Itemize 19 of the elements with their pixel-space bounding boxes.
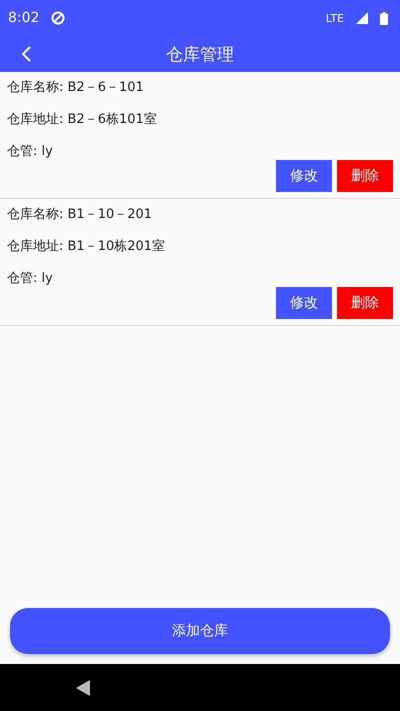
warehouse-address: 仓库地址: B2－6栋101室 (7, 111, 158, 129)
battery-icon (380, 12, 388, 24)
back-icon (20, 45, 32, 63)
warehouse-address: 仓库地址: B1－10栋201室 (7, 238, 166, 256)
warehouse-keeper: 仓管: ly (7, 143, 54, 161)
signal-icon (356, 12, 368, 24)
page-title: 仓库管理 (166, 44, 234, 66)
delete-button[interactable]: 删除 (337, 160, 393, 192)
delete-button[interactable]: 删除 (337, 287, 393, 319)
status-time: 8:02 (8, 10, 40, 26)
warehouse-keeper: 仓管: ly (7, 270, 54, 288)
network-label: LTE (326, 12, 344, 24)
add-warehouse-button[interactable]: 添加仓库 (10, 608, 390, 654)
edit-button[interactable]: 修改 (276, 160, 332, 192)
back-nav-icon[interactable] (76, 680, 90, 696)
warehouse-name: 仓库名称: B1－10－201 (7, 206, 154, 224)
warehouse-name: 仓库名称: B2－6－101 (7, 79, 145, 97)
notification-icon (51, 11, 66, 25)
edit-button[interactable]: 修改 (276, 287, 332, 319)
